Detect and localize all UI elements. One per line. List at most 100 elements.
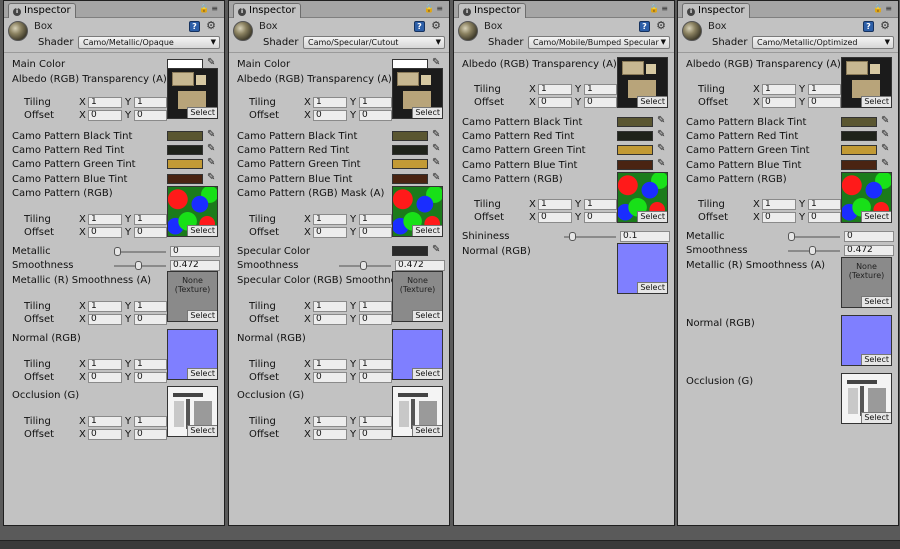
slider-knob[interactable] [360, 261, 368, 270]
blue-tint-swatch[interactable] [841, 160, 877, 170]
metallic-slider[interactable] [114, 247, 166, 256]
blue-tint-swatch[interactable] [392, 174, 428, 184]
eyedropper-icon[interactable]: ✎ [207, 158, 215, 168]
smoothness-value-input[interactable]: 0.472 [170, 260, 220, 271]
metallic-slider[interactable] [788, 232, 840, 241]
albedo-texture-slot[interactable]: Select [617, 57, 668, 108]
pattern-offset-x-input[interactable]: 0 [538, 212, 572, 223]
spec-offset-x-input[interactable]: 0 [88, 314, 122, 325]
shader-dropdown[interactable]: Camo/Metallic/Opaque ▼ [78, 36, 220, 49]
spec-offset-y-input[interactable]: 0 [134, 314, 167, 325]
select-button[interactable]: Select [861, 96, 891, 107]
normal-offset-y-input[interactable]: 0 [134, 372, 167, 383]
eyedropper-icon[interactable]: ✎ [207, 173, 215, 183]
pattern-offset-y-input[interactable]: 0 [808, 212, 841, 223]
pattern-tiling-y-input[interactable]: 1 [808, 199, 841, 210]
select-button[interactable]: Select [861, 354, 891, 365]
eyedropper-icon[interactable]: ✎ [657, 130, 665, 140]
albedo-tiling-y-input[interactable]: 1 [584, 84, 617, 95]
gear-icon[interactable]: ⚙ [431, 19, 441, 32]
albedo-offset-y-input[interactable]: 0 [584, 97, 617, 108]
metallic-value-input[interactable]: 0 [844, 231, 894, 242]
occlusion-texture-slot[interactable]: Select [167, 386, 218, 437]
albedo-tiling-x-input[interactable]: 1 [313, 97, 347, 108]
pattern-tiling-x-input[interactable]: 1 [313, 214, 347, 225]
normal-texture-slot[interactable]: Select [841, 315, 892, 366]
select-button[interactable]: Select [187, 225, 217, 236]
tab-inspector[interactable]: i Inspector [458, 3, 526, 18]
slider-knob[interactable] [135, 261, 143, 270]
help-book-icon[interactable]: ? [863, 21, 874, 32]
eyedropper-icon[interactable]: ✎ [432, 158, 440, 168]
red-tint-swatch[interactable] [617, 131, 653, 141]
slider-knob[interactable] [114, 247, 121, 256]
shininess-slider[interactable] [564, 232, 616, 241]
eyedropper-icon[interactable]: ✎ [657, 144, 665, 154]
black-tint-swatch[interactable] [841, 117, 877, 127]
gear-icon[interactable]: ⚙ [206, 19, 216, 32]
blue-tint-swatch[interactable] [617, 160, 653, 170]
occ-offset-x-input[interactable]: 0 [88, 429, 122, 440]
smoothness-slider[interactable] [339, 261, 391, 270]
select-button[interactable]: Select [861, 211, 891, 222]
select-button[interactable]: Select [861, 296, 891, 307]
eyedropper-icon[interactable]: ✎ [432, 58, 440, 68]
select-button[interactable]: Select [861, 412, 891, 423]
eyedropper-icon[interactable]: ✎ [207, 58, 215, 68]
albedo-tiling-x-input[interactable]: 1 [88, 97, 122, 108]
specular-color-swatch[interactable] [392, 246, 428, 256]
eyedropper-icon[interactable]: ✎ [432, 173, 440, 183]
green-tint-swatch[interactable] [841, 145, 877, 155]
shader-dropdown[interactable]: Camo/Mobile/Bumped Specular ▼ [528, 36, 670, 49]
select-button[interactable]: Select [187, 425, 217, 436]
albedo-tiling-x-input[interactable]: 1 [538, 84, 572, 95]
slider-knob[interactable] [568, 232, 576, 241]
help-book-icon[interactable]: ? [639, 21, 650, 32]
tab-inspector[interactable]: i Inspector [233, 3, 301, 18]
select-button[interactable]: Select [637, 282, 667, 293]
albedo-offset-x-input[interactable]: 0 [762, 97, 796, 108]
eyedropper-icon[interactable]: ✎ [432, 144, 440, 154]
lock-icon[interactable]: 🔒≡ [424, 4, 445, 13]
green-tint-swatch[interactable] [617, 145, 653, 155]
select-button[interactable]: Select [412, 107, 442, 118]
eyedropper-icon[interactable]: ✎ [881, 116, 889, 126]
occ-tiling-x-input[interactable]: 1 [313, 416, 347, 427]
pattern-offset-x-input[interactable]: 0 [762, 212, 796, 223]
normal-texture-slot[interactable]: Select [167, 329, 218, 380]
normal-texture-slot[interactable]: Select [617, 243, 668, 294]
smoothness-slider[interactable] [114, 261, 166, 270]
occ-offset-y-input[interactable]: 0 [359, 429, 392, 440]
normal-tiling-y-input[interactable]: 1 [134, 359, 167, 370]
pattern-tiling-y-input[interactable]: 1 [134, 214, 167, 225]
green-tint-swatch[interactable] [167, 159, 203, 169]
smoothness-value-input[interactable]: 0.472 [844, 245, 894, 256]
spec-tiling-x-input[interactable]: 1 [88, 301, 122, 312]
specular-smoothness-texture-slot[interactable]: None (Texture) Select [392, 271, 443, 322]
select-button[interactable]: Select [412, 425, 442, 436]
normal-tiling-y-input[interactable]: 1 [359, 359, 392, 370]
pattern-offset-y-input[interactable]: 0 [584, 212, 617, 223]
eyedropper-icon[interactable]: ✎ [432, 245, 440, 255]
lock-icon[interactable]: 🔒≡ [199, 4, 220, 13]
slider-knob[interactable] [809, 246, 817, 255]
pattern-offset-y-input[interactable]: 0 [134, 227, 167, 238]
eyedropper-icon[interactable]: ✎ [881, 144, 889, 154]
spec-tiling-y-input[interactable]: 1 [134, 301, 167, 312]
slider-knob[interactable] [788, 232, 795, 241]
tab-inspector[interactable]: i Inspector [682, 3, 750, 18]
normal-tiling-x-input[interactable]: 1 [313, 359, 347, 370]
pattern-offset-y-input[interactable]: 0 [359, 227, 392, 238]
eyedropper-icon[interactable]: ✎ [207, 144, 215, 154]
albedo-tiling-y-input[interactable]: 1 [808, 84, 841, 95]
albedo-texture-slot[interactable]: Select [841, 57, 892, 108]
occ-tiling-x-input[interactable]: 1 [88, 416, 122, 427]
gear-icon[interactable]: ⚙ [880, 19, 890, 32]
spec-offset-x-input[interactable]: 0 [313, 314, 347, 325]
gear-icon[interactable]: ⚙ [656, 19, 666, 32]
eyedropper-icon[interactable]: ✎ [881, 130, 889, 140]
camo-pattern-texture-slot[interactable]: Select [167, 186, 218, 237]
black-tint-swatch[interactable] [617, 117, 653, 127]
metallic-smoothness-texture-slot[interactable]: None (Texture) Select [167, 271, 218, 322]
normal-offset-y-input[interactable]: 0 [359, 372, 392, 383]
